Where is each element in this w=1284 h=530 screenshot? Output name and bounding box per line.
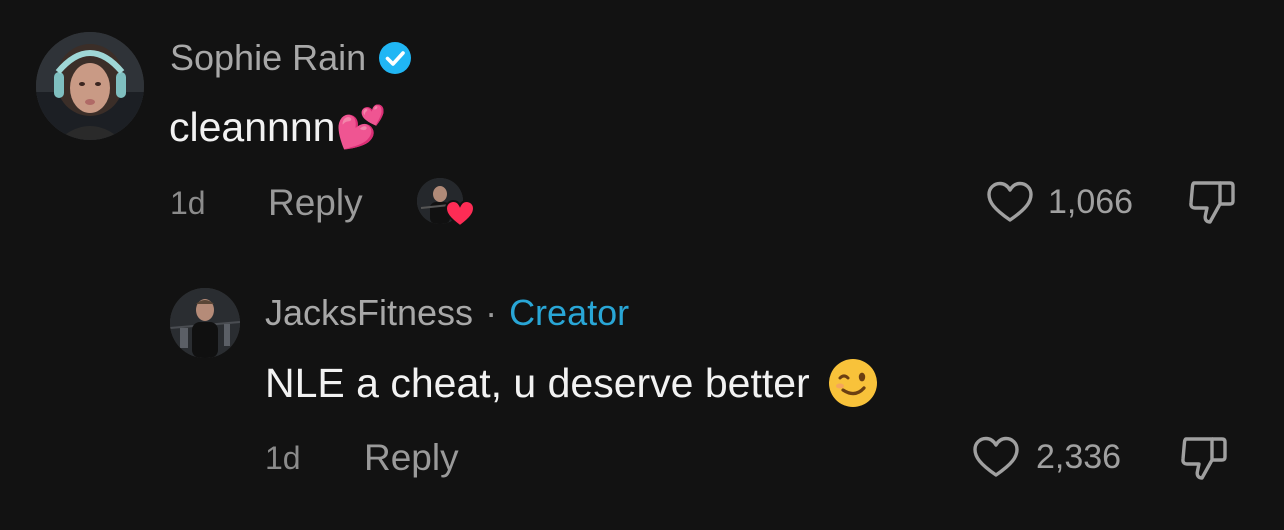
avatar[interactable] bbox=[36, 32, 144, 140]
separator-dot: · bbox=[485, 292, 498, 333]
heart-outline-icon bbox=[986, 180, 1034, 224]
like-button[interactable]: 1,066 bbox=[986, 180, 1133, 224]
verified-badge-icon bbox=[378, 41, 412, 75]
comment-text-content: NLE a cheat, u deserve better bbox=[265, 360, 810, 406]
comment-text: cleannnn💕 bbox=[169, 104, 387, 150]
dislike-thumbs-down-icon[interactable] bbox=[1186, 178, 1238, 226]
creator-badge: Creator bbox=[509, 292, 630, 333]
username[interactable]: JacksFitness bbox=[265, 293, 473, 333]
reply-button[interactable]: Reply bbox=[268, 183, 363, 223]
like-count: 2,336 bbox=[1036, 438, 1122, 476]
comment-age: 1d bbox=[265, 440, 301, 476]
like-count: 1,066 bbox=[1048, 183, 1134, 221]
comment-text-content: cleannnn bbox=[169, 104, 336, 150]
two-hearts-emoji: 💕 bbox=[335, 104, 387, 150]
comment-text: NLE a cheat, u deserve better 😉 bbox=[265, 358, 878, 408]
like-button[interactable]: 2,336 bbox=[972, 435, 1121, 479]
comment-header: JacksFitness · Creator bbox=[265, 293, 629, 333]
creator-liked-indicator bbox=[417, 178, 475, 228]
heart-icon bbox=[445, 200, 475, 228]
comment-age: 1d bbox=[170, 185, 206, 221]
dislike-thumbs-down-icon[interactable] bbox=[1178, 434, 1230, 482]
comment-header: Sophie Rain bbox=[170, 38, 412, 78]
winking-face-emoji bbox=[828, 358, 878, 408]
username[interactable]: Sophie Rain bbox=[170, 38, 366, 78]
reply-button[interactable]: Reply bbox=[364, 438, 459, 478]
heart-outline-icon bbox=[972, 435, 1020, 479]
avatar[interactable] bbox=[170, 288, 240, 358]
